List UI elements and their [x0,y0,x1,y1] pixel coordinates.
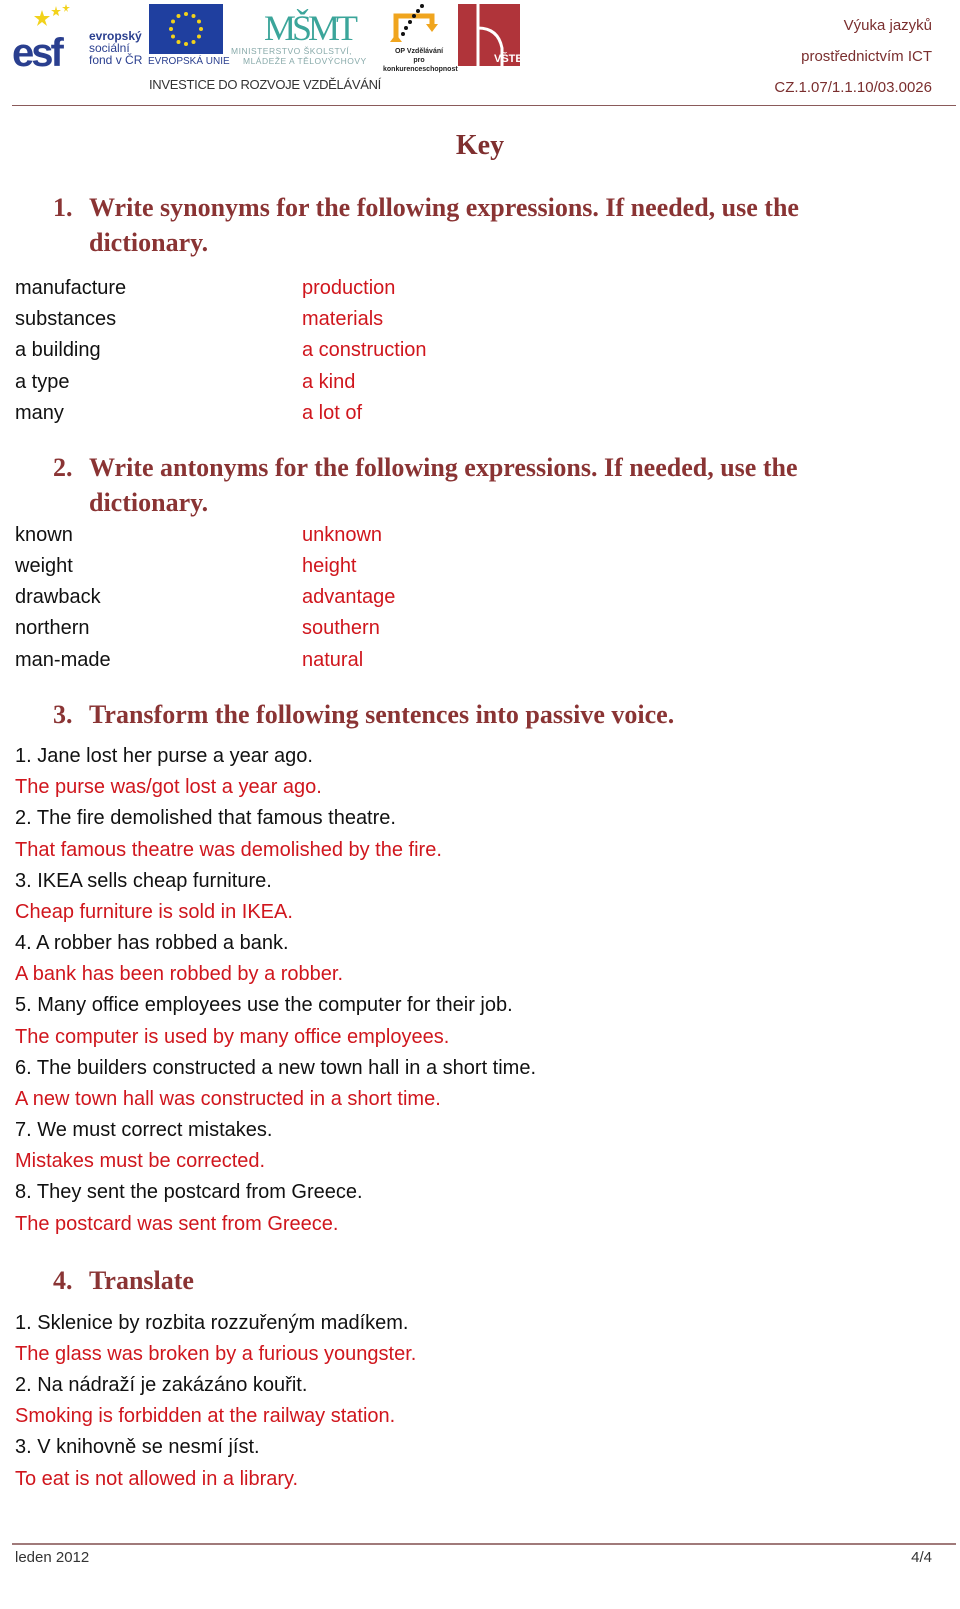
section-heading-text: Write antonyms for the following express… [89,453,798,482]
answer: Cheap furniture is sold in IKEA. [15,901,293,923]
question: 6. The builders constructed a new town h… [15,1057,537,1079]
eu-star-icon [184,42,188,46]
section-heading-text-cont: dictionary. [89,488,209,517]
section-number: 1. [53,193,73,222]
eu-star-icon [176,14,181,19]
answer: natural [302,649,364,671]
section-number: 2. [53,453,73,482]
esf-logo-text: evropský sociální fond v ČR [89,30,142,66]
answer: A bank has been robbed by a robber. [15,963,344,985]
esf-line3: fond v ČR [89,53,143,67]
vste-label: VŠTE [494,52,520,65]
section-heading-text: Write synonyms for the following express… [89,193,799,222]
answer: Smoking is forbidden at the railway stat… [15,1405,396,1427]
eu-star-icon [196,19,201,24]
section-2-heading: 2. Write antonyms for the following expre… [53,450,913,520]
question: 2. The fire demolished that famous theat… [15,807,396,829]
answer: height [302,555,357,577]
footer-date: leden 2012 [15,1549,90,1566]
word: northern [15,617,90,639]
answer: The glass was broken by a furious youngs… [15,1343,417,1365]
word: manufacture [15,277,127,299]
answer: a kind [302,371,356,393]
section-4-heading: 4. Translate [53,1263,913,1298]
answer: southern [302,617,380,639]
investment-slogan: INVESTICE DO ROZVOJE VZDĚLÁVÁNÍ [149,77,381,92]
eu-flag-icon [149,4,223,54]
header-divider [12,105,956,106]
question: 4. A robber has robbed a bank. [15,932,289,954]
project-line2: prostřednictvím ICT [801,48,932,65]
footer-divider [12,1543,956,1545]
eu-star-icon [171,34,176,39]
section-heading-text: Translate [89,1266,194,1295]
msmt-label: MINISTERSTVO ŠKOLSTVÍ, MLÁDEŽE A TĚLOVÝC… [231,46,367,66]
msmt-line2: MLÁDEŽE A TĚLOVÝCHOVY [243,56,367,66]
question: 5. Many office employees use the compute… [15,994,513,1016]
project-line1: Výuka jazyků [843,17,932,34]
answer: materials [302,308,384,330]
page-number: 4/4 [911,1549,932,1566]
eu-star-icon [196,34,201,39]
word: a type [15,371,70,393]
answer: The computer is used by many office empl… [15,1026,450,1048]
question: 7. We must correct mistakes. [15,1119,273,1141]
question: 3. IKEA sells cheap furniture. [15,870,272,892]
section-3-heading: 3. Transform the following sentences into… [53,697,913,732]
eu-star-icon [171,19,176,24]
section-number: 3. [53,700,73,729]
section-heading-text: Transform the following sentences into p… [89,700,675,729]
answer: advantage [302,586,396,608]
question: 3. V knihovně se nesmí jíst. [15,1436,260,1458]
section-1-heading: 1. Write synonyms for the following expre… [53,190,913,260]
eu-star-icon [191,39,196,44]
answer: The postcard was sent from Greece. [15,1213,339,1235]
answer: a lot of [302,402,363,424]
section-number: 4. [53,1266,73,1295]
eu-star-icon [184,12,188,16]
word: many [15,402,64,424]
word: known [15,524,73,546]
question: 1. Sklenice by rozbita rozzuřeným madíke… [15,1312,409,1334]
eu-star-icon [191,14,196,19]
answer: To eat is not allowed in a library. [15,1468,299,1490]
answer: production [302,277,396,299]
op-line1: OP Vzdělávání [394,48,444,55]
answer: That famous theatre was demolished by th… [15,839,442,861]
op-line2: pro konkurenceschopnost [383,57,458,73]
section-heading-text-cont: dictionary. [89,228,209,257]
vste-logo-icon: VŠTE [458,4,520,66]
eu-star-icon [199,27,203,31]
word: a building [15,339,101,361]
project-code: CZ.1.07/1.1.10/03.0026 [774,79,932,96]
eu-star-icon [176,39,181,44]
eu-star-icon [169,27,173,31]
answer: A new town hall was constructed in a sho… [15,1088,441,1110]
word: man-made [15,649,111,671]
word: substances [15,308,117,330]
answer: unknown [302,524,383,546]
word: drawback [15,586,101,608]
answer: The purse was/got lost a year ago. [15,776,322,798]
msmt-line1: MINISTERSTVO ŠKOLSTVÍ, [231,46,353,56]
page-header: esf evropský sociální fond v ČR EVROPSKÁ… [0,0,960,108]
eu-label: EVROPSKÁ UNIE [148,56,230,67]
question: 2. Na nádraží je zakázáno kouřit. [15,1374,308,1396]
esf-logo-icon: esf [12,4,70,68]
answer: Mistakes must be corrected. [15,1150,266,1172]
answer: a construction [302,339,427,361]
page-title: Key [455,130,505,161]
question: 8. They sent the postcard from Greece. [15,1181,363,1203]
op-label: OP Vzdělávání pro konkurenceschopnost [383,47,458,74]
svg-text:MŠMT: MŠMT [264,8,358,48]
word: weight [15,555,73,577]
project-info: Výuka jazyků prostřednictvím ICT CZ.1.07… [774,10,932,103]
question: 1. Jane lost her purse a year ago. [15,745,313,767]
svg-text:esf: esf [12,31,64,68]
